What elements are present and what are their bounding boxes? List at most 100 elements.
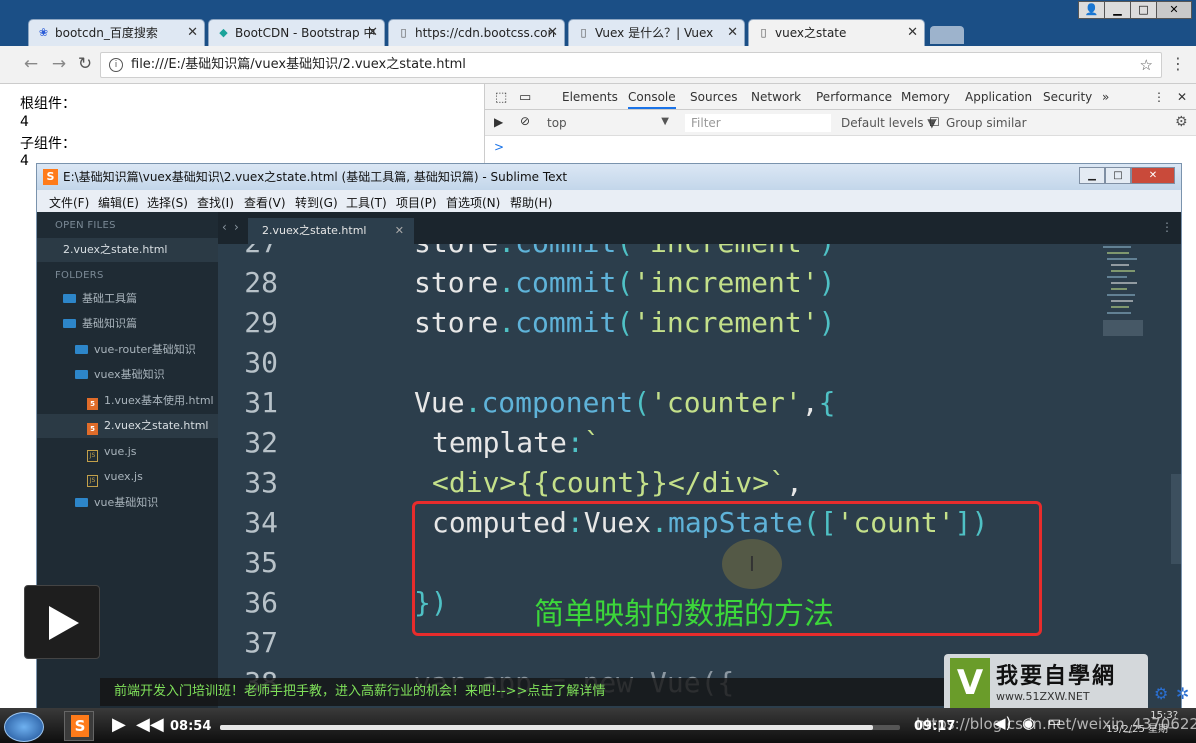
tab-sources[interactable]: Sources xyxy=(690,90,737,104)
editor-tab[interactable]: 2.vuex之state.html ✕ xyxy=(248,218,414,244)
line-number: 36 xyxy=(244,586,278,619)
context-select[interactable]: top ▼ xyxy=(547,116,677,130)
site-logo: V 我要自學網 www.51ZXW.NET xyxy=(944,654,1148,714)
sidebar-folder[interactable]: 基础知识篇 xyxy=(37,312,218,336)
progress-bar[interactable] xyxy=(220,725,900,730)
tree-label: vue-router基础知识 xyxy=(94,343,196,356)
sublime-taskbar-icon[interactable] xyxy=(64,711,94,741)
page-icon: ▯ xyxy=(760,26,767,39)
sidebar-folder[interactable]: vue基础知识 xyxy=(37,491,218,515)
back-arrow-icon[interactable]: ← xyxy=(20,54,42,74)
close-window-button[interactable]: ✕ xyxy=(1131,167,1175,184)
tab-application[interactable]: Application xyxy=(965,90,1032,104)
tab-security[interactable]: Security xyxy=(1043,90,1092,104)
browser-tab-active[interactable]: ▯ vuex之state ✕ xyxy=(748,19,925,46)
tab-menu-icon[interactable]: ⋮ xyxy=(1161,220,1173,234)
minimize-button[interactable]: ▁ xyxy=(1079,167,1105,184)
tab-elements[interactable]: Elements xyxy=(562,90,618,104)
tab-network[interactable]: Network xyxy=(751,90,801,104)
forward-arrow-icon[interactable]: → xyxy=(48,54,70,74)
menu-view[interactable]: 查看(V) xyxy=(244,194,286,211)
bookmark-star-icon[interactable]: ☆ xyxy=(1140,53,1153,77)
close-icon[interactable]: ✕ xyxy=(187,20,198,46)
close-icon[interactable]: ✕ xyxy=(395,218,404,244)
close-icon[interactable]: ✕ xyxy=(367,20,378,46)
open-file-item[interactable]: 2.vuex之state.html xyxy=(37,238,218,262)
maximize-button[interactable]: □ xyxy=(1105,167,1131,184)
browser-tab[interactable]: ◆ BootCDN - Bootstrap 中 ✕ xyxy=(208,19,385,46)
vertical-scrollbar[interactable] xyxy=(1171,474,1181,564)
new-tab-button[interactable] xyxy=(930,26,964,44)
progress-fill xyxy=(220,725,873,730)
menu-tools[interactable]: 工具(T) xyxy=(346,194,387,211)
menu-project[interactable]: 项目(P) xyxy=(396,194,437,211)
devtools-menu-icon[interactable]: ⋮ xyxy=(1153,90,1165,104)
system-clock: 15:3? 19/2/25 星期一 xyxy=(1098,709,1178,737)
clock-time: 15:3? xyxy=(1150,710,1178,721)
close-window-button[interactable]: ✕ xyxy=(1156,1,1192,19)
rewind-icon[interactable]: ◀◀ xyxy=(136,714,164,735)
tab-performance[interactable]: Performance xyxy=(816,90,892,104)
close-icon[interactable]: ✕ xyxy=(907,20,918,46)
close-icon[interactable]: ✕ xyxy=(547,20,558,46)
page-icon: ▯ xyxy=(400,26,407,39)
clock-date: 19/2/25 星期一 xyxy=(1106,724,1178,735)
menu-preferences[interactable]: 首选项(N) xyxy=(446,194,500,211)
windows-start-icon[interactable] xyxy=(4,712,44,742)
line-number: 32 xyxy=(244,426,278,459)
user-icon[interactable]: 👤 xyxy=(1078,1,1105,19)
browser-menu-icon[interactable]: ⋮ xyxy=(1170,54,1186,73)
sidebar-folder[interactable]: vuex基础知识 xyxy=(37,363,218,387)
minimize-button[interactable]: ▁ xyxy=(1104,1,1131,19)
menu-selection[interactable]: 选择(S) xyxy=(147,194,188,211)
menu-help[interactable]: 帮助(H) xyxy=(510,194,552,211)
code-editor[interactable]: 27 28 29 30 31 32 33 34 35 36 37 38 stor… xyxy=(218,244,1181,709)
chevron-right-icon[interactable]: › xyxy=(234,220,239,234)
gear-icon[interactable]: ⚙ xyxy=(1175,114,1188,130)
sidebar-file[interactable]: JS vue.js xyxy=(37,440,218,464)
browser-tab[interactable]: ▯ Vuex 是什么？| Vuex ✕ xyxy=(568,19,745,46)
play-button[interactable] xyxy=(24,585,100,659)
inspect-icon[interactable]: ⬚ xyxy=(495,90,507,105)
clear-console-icon[interactable]: ⊘ xyxy=(520,114,530,128)
levels-select[interactable]: Default levels ▼ xyxy=(841,116,937,130)
menu-find[interactable]: 查找(I) xyxy=(197,194,234,211)
tab-console[interactable]: Console xyxy=(628,90,676,109)
more-tabs-icon[interactable]: » xyxy=(1102,90,1109,104)
tab-label: bootcdn_百度搜索 xyxy=(55,26,158,40)
device-icon[interactable]: ▭ xyxy=(519,90,531,105)
browser-tab-strip: ❀ bootcdn_百度搜索 ✕ ◆ BootCDN - Bootstrap 中… xyxy=(0,0,1196,46)
menu-edit[interactable]: 编辑(E) xyxy=(98,194,139,211)
console-prompt: > xyxy=(494,140,505,154)
filter-input[interactable]: Filter xyxy=(685,114,831,132)
browser-tab[interactable]: ❀ bootcdn_百度搜索 ✕ xyxy=(28,19,205,46)
sidebar-file[interactable]: 5 1.vuex基本使用.html xyxy=(37,389,218,413)
html5-file-icon: 5 xyxy=(87,398,98,410)
address-bar[interactable]: i file:///E:/基础知识篇/vuex基础知识/2.vuex之state… xyxy=(100,52,1162,78)
browser-tab[interactable]: ▯ https://cdn.bootcss.con ✕ xyxy=(388,19,565,46)
tab-label: BootCDN - Bootstrap 中 xyxy=(235,26,376,40)
menu-goto[interactable]: 转到(G) xyxy=(295,194,338,211)
sidebar-file-selected[interactable]: 5 2.vuex之state.html xyxy=(37,414,218,438)
sidebar-folder[interactable]: 基础工具篇 xyxy=(37,287,218,311)
chevron-left-icon[interactable]: ‹ xyxy=(222,220,227,234)
close-icon[interactable]: ✕ xyxy=(727,20,738,46)
sidebar-toggle-icon[interactable]: ▶ xyxy=(494,115,503,129)
ime-icon[interactable]: ✲ xyxy=(1176,684,1189,703)
maximize-button[interactable]: □ xyxy=(1130,1,1157,19)
info-icon[interactable]: i xyxy=(109,58,123,72)
tree-label: vuex.js xyxy=(104,470,143,483)
sidebar-file[interactable]: JS vuex.js xyxy=(37,465,218,489)
close-icon[interactable]: ✕ xyxy=(1177,90,1187,104)
code-line: <div>{{count}}</div>`, xyxy=(432,466,803,499)
reload-icon[interactable]: ↻ xyxy=(74,54,96,74)
ad-banner[interactable]: 前端开发入门培训班！老师手把手教，进入高薪行业的机会！来吧!-->>点击了解详情 xyxy=(100,678,944,706)
group-similar-checkbox[interactable]: ☑ xyxy=(929,115,940,129)
play-icon[interactable]: ▶ xyxy=(112,714,126,735)
sidebar-folder[interactable]: vue-router基础知识 xyxy=(37,338,218,362)
menu-file[interactable]: 文件(F) xyxy=(49,194,89,211)
page-line: 根组件： xyxy=(20,96,76,112)
tab-memory[interactable]: Memory xyxy=(901,90,950,104)
minimap[interactable] xyxy=(1103,244,1143,344)
network-icon[interactable]: ⚙ xyxy=(1154,684,1168,703)
